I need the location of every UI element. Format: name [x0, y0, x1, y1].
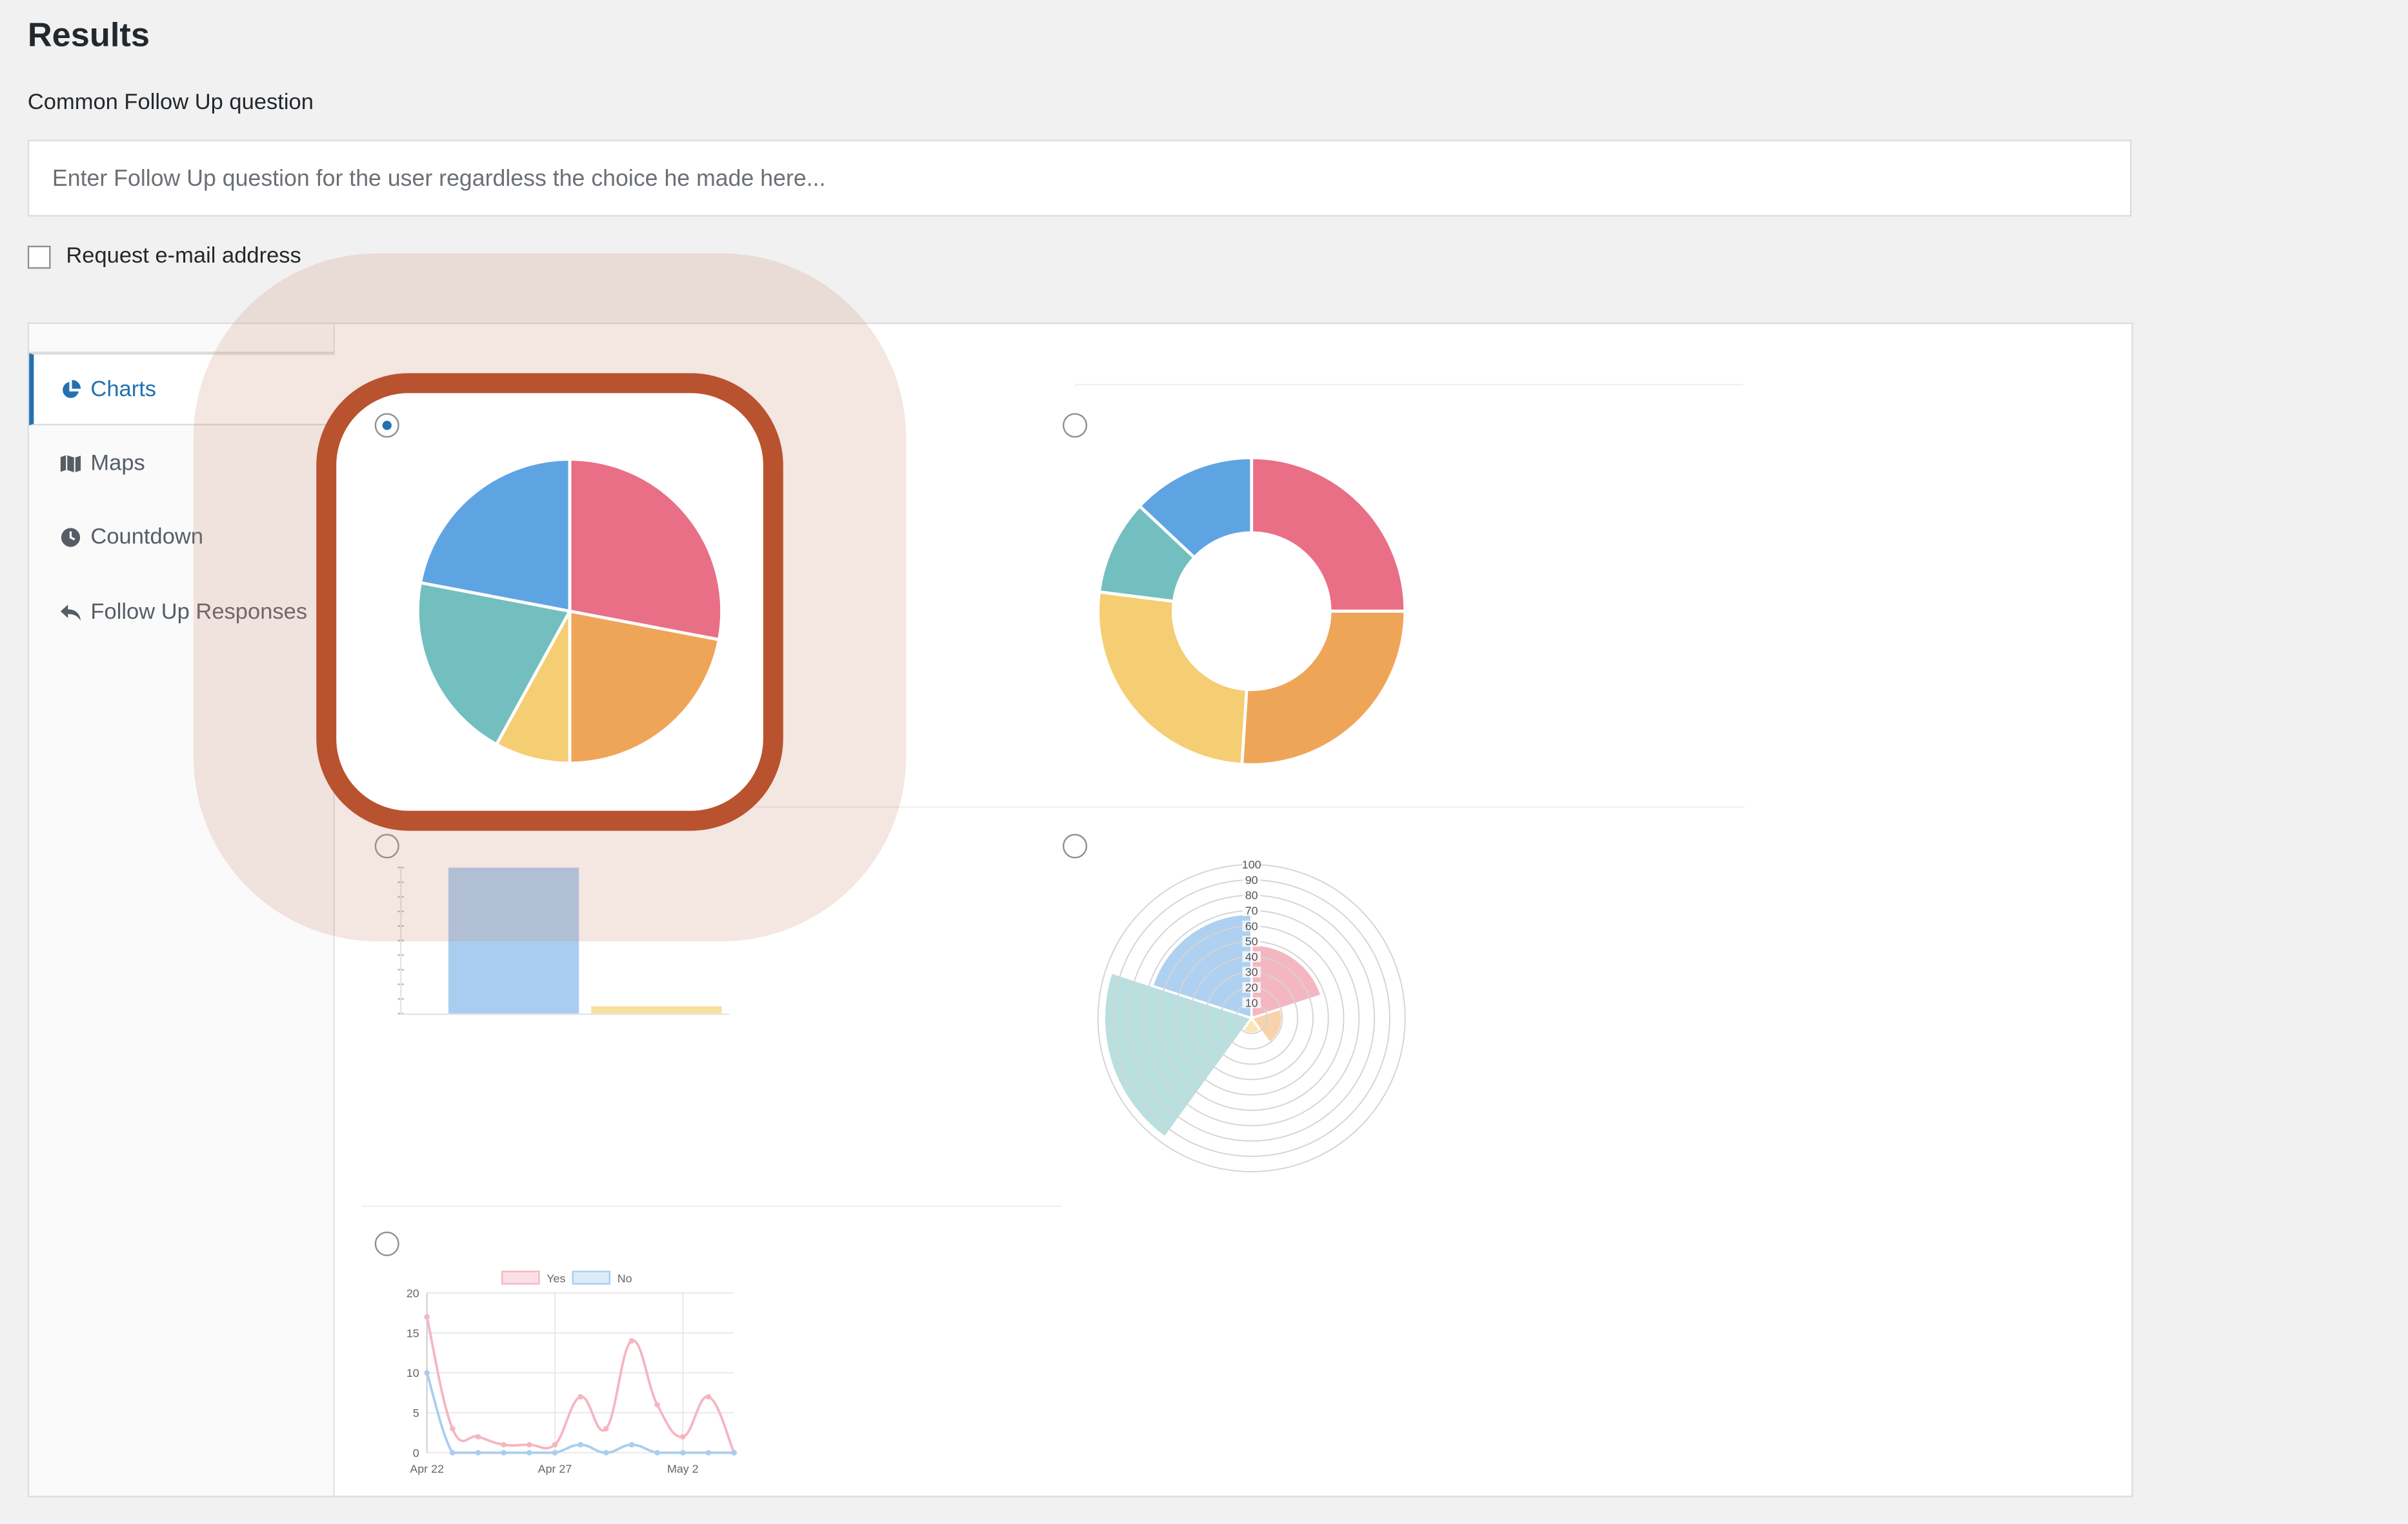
tab-follow-up-responses-label: Follow Up Responses [90, 599, 308, 625]
page-title: Results [27, 15, 150, 54]
line-point [475, 1450, 481, 1456]
tab-maps[interactable]: Maps [29, 427, 335, 499]
chart-option-line-radio[interactable] [374, 1231, 399, 1256]
doughnut-chart [1096, 456, 1407, 767]
y-tick-label: 20 [406, 1287, 419, 1299]
grid-divider [1075, 384, 1743, 386]
request-email-checkbox[interactable] [27, 245, 51, 268]
polar-tick-label: 60 [1245, 919, 1258, 932]
chart-option-doughnut-radio[interactable] [1062, 413, 1088, 438]
request-email-label: Request e-mail address [66, 244, 301, 269]
line-point [680, 1434, 686, 1440]
polar-tick-label: 40 [1245, 950, 1258, 963]
line-point [527, 1450, 532, 1456]
tab-charts[interactable]: Charts [29, 353, 335, 426]
pie-slice [418, 457, 572, 614]
tab-countdown-label: Countdown [90, 524, 204, 549]
doughnut-slices [1096, 456, 1407, 767]
line-point [552, 1441, 558, 1448]
line-point [577, 1394, 583, 1400]
line-point [501, 1450, 507, 1456]
bar [591, 1006, 722, 1014]
polar-tick-label: 70 [1245, 905, 1258, 917]
line-chart: Yes No 0 5 10 15 20 Apr 22 Apr 27 May 2 [406, 1270, 737, 1475]
polar-tick-label: 10 [1245, 996, 1258, 1009]
y-tick-label: 15 [406, 1327, 419, 1339]
tabs-sidebar: Charts Maps Countdown Follow Up Response… [29, 324, 335, 1496]
x-tick-label: May 2 [667, 1462, 699, 1475]
line-point [731, 1450, 737, 1456]
line-point [654, 1401, 660, 1408]
pie-slices [416, 457, 723, 765]
line-point [603, 1450, 609, 1456]
polar-tick-label: 50 [1245, 935, 1258, 948]
line-point [475, 1434, 481, 1440]
line-point [705, 1394, 712, 1400]
bar-marks [448, 867, 722, 1014]
doughnut-slice [1240, 609, 1407, 767]
legend-label: Yes [547, 1272, 565, 1285]
legend-label: No [617, 1272, 632, 1285]
bar [448, 867, 579, 1014]
followup-label: Common Follow Up question [27, 90, 314, 115]
pie-chart [416, 457, 723, 765]
tab-maps-label: Maps [90, 450, 145, 476]
line-series [424, 1314, 737, 1456]
y-tick-label: 5 [413, 1407, 419, 1419]
line-point [424, 1370, 430, 1376]
line-point [680, 1450, 686, 1456]
map-icon [60, 454, 81, 472]
line-legend: Yes No [501, 1270, 632, 1285]
pie-chart-icon [63, 379, 81, 397]
polar-tick-label: 30 [1245, 966, 1258, 979]
x-tick-label: Apr 22 [410, 1462, 444, 1475]
pie-slice [568, 609, 721, 765]
polar-tick-label: 90 [1245, 874, 1258, 887]
line-point [450, 1450, 456, 1456]
grid-divider [362, 1205, 1061, 1207]
line-point [424, 1314, 430, 1320]
line-point [705, 1450, 712, 1456]
line-point [527, 1441, 532, 1448]
polar-slices [1103, 912, 1323, 1139]
line-point [501, 1441, 507, 1448]
legend-swatch [501, 1270, 540, 1285]
followup-question-input[interactable] [27, 139, 2132, 217]
reply-icon [60, 603, 81, 620]
line-path [425, 1316, 736, 1454]
tab-countdown[interactable]: Countdown [29, 501, 335, 573]
y-tick-label: 10 [406, 1367, 419, 1379]
polar-tick-label: 20 [1245, 981, 1258, 994]
y-tick-label: 0 [413, 1447, 419, 1459]
pie-slice [568, 457, 723, 642]
line-point [628, 1338, 635, 1344]
request-email-row[interactable]: Request e-mail address [27, 243, 301, 270]
bar-chart [397, 867, 730, 1016]
doughnut-slice [1096, 590, 1249, 767]
legend-swatch [572, 1270, 611, 1285]
line-point [577, 1441, 583, 1448]
doughnut-slice [1250, 456, 1407, 613]
chart-option-pie-radio[interactable] [374, 413, 399, 438]
line-point [603, 1426, 609, 1432]
polar-tick-label: 100 [1242, 858, 1261, 871]
polar-tick-label: 80 [1245, 889, 1258, 902]
stage: Results Common Follow Up question Reques… [0, 0, 2408, 1523]
x-tick-label: Apr 27 [538, 1462, 572, 1475]
tab-follow-up-responses[interactable]: Follow Up Responses [29, 576, 335, 648]
line-point [552, 1450, 558, 1456]
line-point [450, 1426, 456, 1432]
tabs-header [29, 324, 334, 354]
line-point [654, 1450, 660, 1456]
line-grid [426, 1292, 734, 1454]
polar-area-chart: 10 20 30 40 50 60 70 80 90 100 [1097, 858, 1406, 1172]
tab-charts-label: Charts [90, 377, 157, 402]
clock-icon [61, 527, 81, 546]
line-point [628, 1441, 635, 1448]
